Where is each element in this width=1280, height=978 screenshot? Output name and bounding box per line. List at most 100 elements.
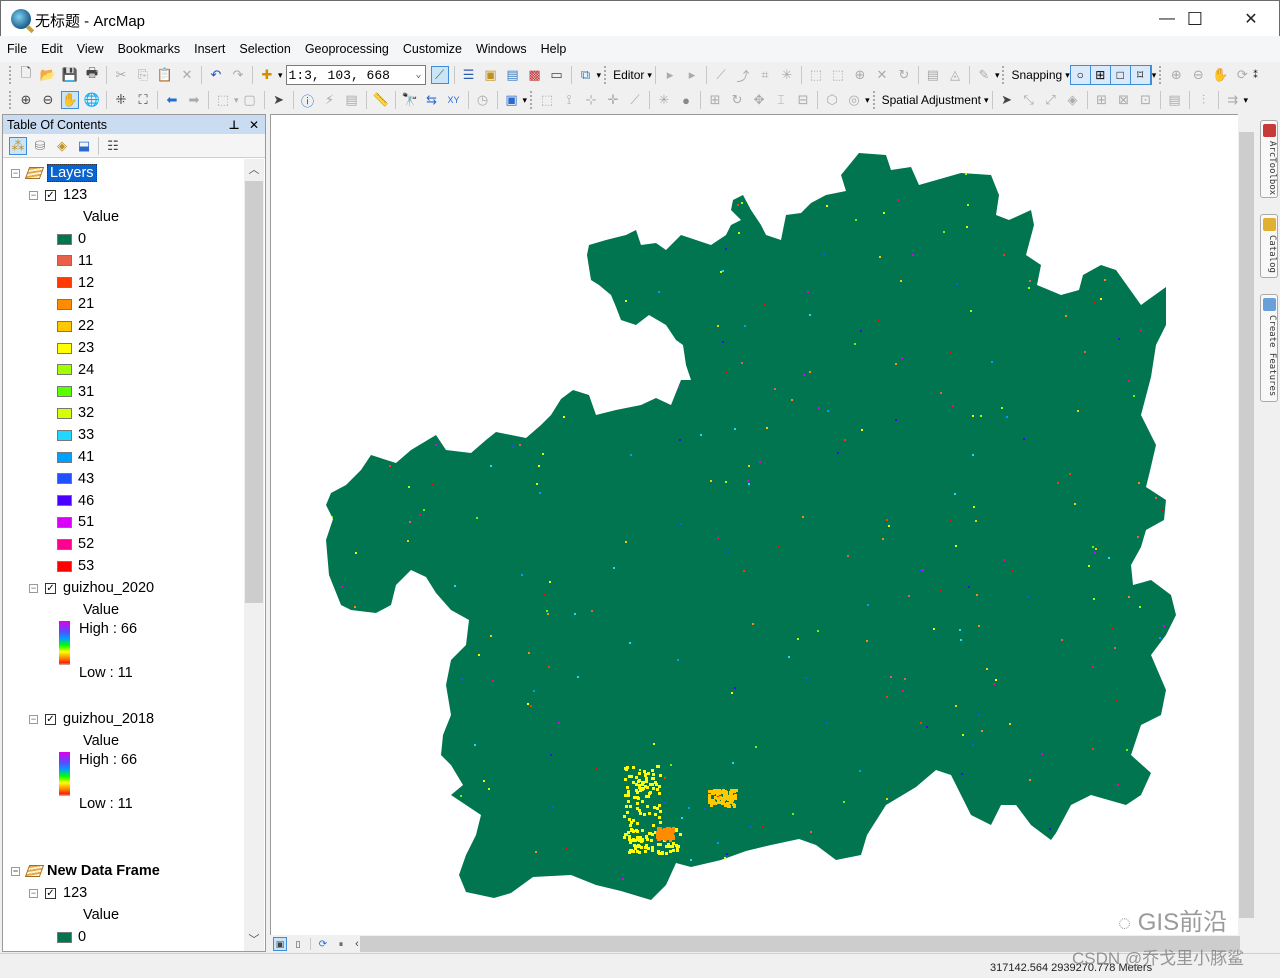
straight-segment-icon[interactable]: ⟋ xyxy=(712,66,730,84)
split-icon[interactable]: ✕ xyxy=(873,66,891,84)
reshape-icon[interactable]: ⬚ xyxy=(829,66,847,84)
layout-view-icon[interactable]: ▯ xyxy=(291,937,305,951)
edit-annotation-icon[interactable]: ▸ xyxy=(683,66,701,84)
attribute-transfer-icon[interactable]: ⇉ xyxy=(1224,91,1242,109)
view-link-table-icon[interactable]: ▤ xyxy=(1166,91,1184,109)
menu-geoprocessing[interactable]: Geoprocessing xyxy=(305,42,389,56)
legend-swatch[interactable] xyxy=(57,516,72,528)
map-vertical-scrollbar[interactable] xyxy=(1238,114,1255,936)
menu-customize[interactable]: Customize xyxy=(403,42,462,56)
legend-swatch[interactable] xyxy=(57,495,72,507)
layer-visibility-checkbox[interactable]: ✓ xyxy=(45,189,56,201)
sketch-properties-icon[interactable]: ◬ xyxy=(946,66,964,84)
layer-name[interactable]: guizhou_2018 xyxy=(63,711,154,727)
topology-extend-icon[interactable]: ⟋ xyxy=(626,91,644,109)
legend-class[interactable]: 41 xyxy=(57,447,94,467)
georef-icon[interactable]: ⊞ xyxy=(706,91,724,109)
zoom-out-icon[interactable]: ⊖ xyxy=(39,91,57,109)
sphere-icon[interactable]: ● xyxy=(677,91,695,109)
legend-class[interactable]: 52 xyxy=(57,534,94,554)
identify-icon[interactable]: ⓘ xyxy=(299,91,317,109)
scroll-down-icon[interactable]: ﹀ xyxy=(244,931,264,949)
arctoolbox-icon[interactable]: ▩ xyxy=(526,66,544,84)
legend-swatch[interactable] xyxy=(57,560,72,572)
legend-class[interactable]: 24 xyxy=(57,360,94,380)
forward-extent-icon[interactable]: ➡ xyxy=(185,91,203,109)
toolbar-overflow-icon[interactable]: ▾ xyxy=(523,95,528,106)
toolbar-overflow-icon[interactable]: ▾ xyxy=(995,70,1000,81)
map-canvas[interactable] xyxy=(271,115,1256,937)
toolbar-grip[interactable] xyxy=(1002,66,1005,84)
pan-icon[interactable]: ✋ xyxy=(61,91,79,109)
legend-swatch[interactable] xyxy=(57,407,72,419)
toc-options-icon[interactable]: ☷ xyxy=(104,137,122,155)
redo-icon[interactable]: ↷ xyxy=(229,66,247,84)
clear-selection-icon[interactable]: ▢ xyxy=(241,91,259,109)
toolbar-grip[interactable] xyxy=(9,66,12,84)
layer-visibility-checkbox[interactable]: ✓ xyxy=(45,582,56,594)
edge-snapping-icon[interactable]: ⌑ xyxy=(1131,66,1151,84)
add-data-icon[interactable]: ✚ xyxy=(258,66,276,84)
end-snapping-icon[interactable]: ⊞ xyxy=(1091,66,1111,84)
trace-icon[interactable]: ⌗ xyxy=(756,66,774,84)
fixed-zoom-out-icon[interactable]: ⛶ xyxy=(134,91,152,109)
list-by-selection-icon[interactable]: ⬓ xyxy=(75,137,93,155)
toolbar-grip[interactable] xyxy=(530,91,533,109)
legend-class[interactable]: 51 xyxy=(57,512,94,532)
editor-toolbar-toggle-icon[interactable]: ⟋ xyxy=(430,66,449,84)
collapse-icon[interactable]: − xyxy=(11,866,20,876)
toc-scroll-thumb[interactable] xyxy=(245,181,263,603)
layer-name[interactable]: 123 xyxy=(63,885,87,901)
spatial-adjustment-menu[interactable]: Spatial Adjustment xyxy=(882,93,981,107)
legend-class[interactable]: 23 xyxy=(57,338,94,358)
topology-split-icon[interactable]: ⊹ xyxy=(582,91,600,109)
find-icon[interactable]: 🔭 xyxy=(401,91,419,109)
select-dropdown-icon[interactable]: ▾ xyxy=(234,95,239,106)
new-identity-link-icon[interactable]: ⊞ xyxy=(1093,91,1111,109)
map-vscroll-thumb[interactable] xyxy=(1239,132,1254,918)
point-snapping-icon[interactable]: ○ xyxy=(1071,66,1091,84)
paste-icon[interactable]: 📋 xyxy=(156,66,174,84)
magnifier-pan-icon[interactable]: ✋ xyxy=(1211,66,1229,84)
rotate-icon[interactable]: ↻ xyxy=(895,66,913,84)
edge-match-icon[interactable]: ⫶ xyxy=(1195,91,1213,109)
layer-guizhou-2018[interactable]: − ✓ guizhou_2018 xyxy=(29,709,154,729)
cogo-icon[interactable]: ⬡ xyxy=(823,91,841,109)
table-of-contents-icon[interactable]: ☰ xyxy=(460,66,478,84)
copy-icon[interactable]: ⎘ xyxy=(134,66,152,84)
topology-edit-icon[interactable]: ⬚ xyxy=(538,91,556,109)
map-scale-combobox[interactable]: 1:3, 103, 668 ⌄ xyxy=(285,65,426,85)
zoom-in-icon[interactable]: ⊕ xyxy=(17,91,35,109)
toolbar-overflow-icon[interactable]: ▾ xyxy=(1244,95,1249,106)
collapse-icon[interactable]: − xyxy=(29,190,38,200)
map-view[interactable] xyxy=(270,114,1255,936)
legend-class[interactable]: 33 xyxy=(57,425,94,445)
toolbar-grip[interactable] xyxy=(1159,66,1162,84)
magnifier-zoom-in-icon[interactable]: ⊕ xyxy=(1167,66,1185,84)
menu-windows[interactable]: Windows xyxy=(476,42,527,56)
link-table-icon[interactable]: ⊟ xyxy=(794,91,812,109)
fixed-zoom-in-icon[interactable]: ⁜ xyxy=(112,91,130,109)
toolbar-grip[interactable] xyxy=(872,91,876,109)
go-to-xy-icon[interactable]: XY xyxy=(445,91,463,109)
back-extent-icon[interactable]: ⬅ xyxy=(163,91,181,109)
select-elements-icon[interactable]: ➤ xyxy=(270,91,288,109)
maximize-button[interactable]: ☐ xyxy=(1167,1,1223,37)
menu-file[interactable]: File xyxy=(7,42,27,56)
legend-class[interactable]: 0 xyxy=(57,229,86,249)
add-data-dropdown-icon[interactable]: ▾ xyxy=(278,70,283,81)
legend-swatch[interactable] xyxy=(57,386,72,398)
pause-drawing-icon[interactable]: ⏸ xyxy=(334,937,348,951)
layer-visibility-checkbox[interactable]: ✓ xyxy=(45,887,56,899)
legend-swatch[interactable] xyxy=(57,320,72,332)
toolbar-grip[interactable] xyxy=(604,66,607,84)
modify-link-icon[interactable]: ⤢ xyxy=(1042,91,1060,109)
data-frame-name[interactable]: New Data Frame xyxy=(47,863,160,879)
legend-class[interactable]: 11 xyxy=(57,251,93,271)
editor-menu[interactable]: Editor xyxy=(613,68,644,82)
collapse-icon[interactable]: − xyxy=(11,168,20,178)
vertex-snapping-icon[interactable]: □ xyxy=(1111,66,1131,84)
layer-visibility-checkbox[interactable]: ✓ xyxy=(45,713,56,725)
pin-icon[interactable]: ⊥ xyxy=(229,118,240,132)
delete-icon[interactable]: ✕ xyxy=(178,66,196,84)
